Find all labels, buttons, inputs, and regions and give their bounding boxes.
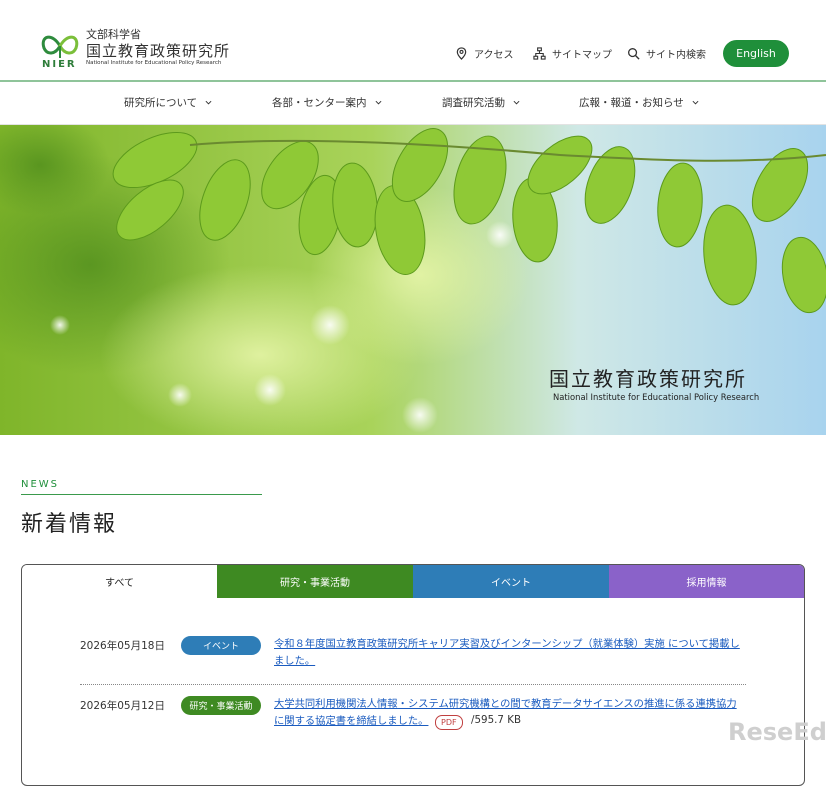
nav-item-label: 各部・センター案内 [272,97,367,109]
news-heading: 新着情報 [21,512,118,537]
hero-banner: 国立教育政策研究所 National Institute for Educati… [0,125,826,435]
global-nav: 研究所について 各部・センター案内 調査研究活動 広報・報道・お知らせ [0,82,826,125]
news-divider [21,494,262,495]
file-size: /595.7 KB [471,714,522,726]
hero-title: 国立教育政策研究所 [549,367,747,391]
map-pin-icon [456,47,467,60]
chevron-down-icon [205,100,212,105]
nav-item-label: 広報・報道・お知らせ [579,97,684,109]
news-title-line1: 令和８年度国立教育政策研究所キャリア実習及びインターンシップ（就業体験）実施 に… [274,638,740,650]
news-date: 2026年05月12日 [80,700,165,712]
category-badge: イベント [181,636,261,655]
access-link[interactable]: アクセス [455,46,514,61]
news-title-line1: 大学共同利用機関法人情報・システム研究機構との間で教育データサイエンスの推進に係… [274,698,737,710]
news-item-link[interactable]: 令和８年度国立教育政策研究所キャリア実習及びインターンシップ（就業体験）実施 に… [274,636,754,670]
news-kicker: NEWS [21,479,60,490]
logo-abbreviation: NIER [42,59,77,70]
english-button[interactable]: English [723,40,789,67]
access-label: アクセス [474,50,514,61]
chevron-down-icon [513,100,520,105]
tab-research[interactable]: 研究・事業活動 [217,565,413,598]
news-panel: すべて 研究・事業活動 イベント 採用情報 [21,564,805,786]
site-header: NIER 文部科学省 国立教育政策研究所 National Institute … [0,0,826,82]
hero-subtitle: National Institute for Educational Polic… [553,392,760,402]
site-search-label: サイト内検索 [646,50,706,61]
pdf-badge: PDF [435,715,463,730]
logo-name: 国立教育政策研究所 [86,42,231,60]
tab-events[interactable]: イベント [413,565,609,598]
chevron-down-icon [375,100,381,105]
category-badge: 研究・事業活動 [181,696,261,715]
site-search-link[interactable]: サイト内検索 [627,46,706,61]
nav-item-about[interactable]: 研究所について [124,95,212,110]
watermark-logo: ReseEd [728,718,826,746]
chevron-down-icon [692,100,699,105]
news-title-line2: ました。 [274,655,316,667]
nav-item-news[interactable]: 広報・報道・お知らせ [579,95,699,110]
sitemap-link[interactable]: サイトマップ [533,46,612,61]
logo-english-name: National Institute for Educational Polic… [86,60,222,66]
tab-recruitment[interactable]: 採用情報 [609,565,804,598]
search-icon [628,48,640,60]
nav-item-research[interactable]: 調査研究活動 [442,95,520,110]
news-title-line2: に関する協定書を締結しました。 [274,715,429,727]
nav-item-label: 調査研究活動 [442,97,505,109]
sitemap-icon [533,47,546,60]
news-date: 2026年05月18日 [80,640,165,652]
tab-all[interactable]: すべて [22,565,217,598]
news-separator [80,684,746,685]
sitemap-label: サイトマップ [552,50,612,61]
nav-item-label: 研究所について [124,97,198,109]
nav-item-departments[interactable]: 各部・センター案内 [272,95,382,110]
